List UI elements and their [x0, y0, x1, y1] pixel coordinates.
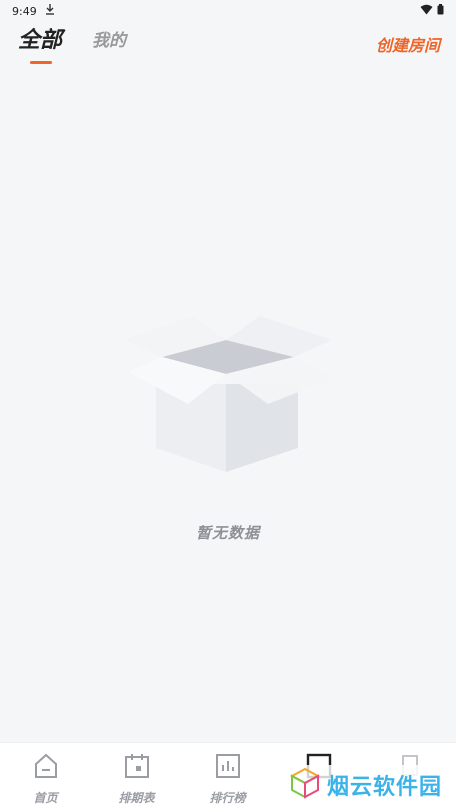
status-bar: 9:49 — [0, 0, 456, 22]
calendar-icon — [124, 753, 150, 783]
battery-icon — [437, 4, 444, 18]
status-time: 9:49 — [12, 4, 37, 18]
empty-text: 暂无数据 — [195, 524, 260, 542]
create-room-button[interactable]: 创建房间 — [376, 32, 440, 56]
top-tabs: 全部 我的 — [18, 28, 126, 64]
empty-box-icon — [122, 312, 334, 478]
nav-label-ranking: 排行榜 — [209, 791, 246, 805]
download-icon — [45, 4, 55, 18]
nav-item-schedule[interactable]: 排期表 — [91, 743, 182, 811]
status-left: 9:49 — [12, 4, 55, 18]
home-icon — [33, 753, 59, 783]
nav-item-home[interactable]: 首页 — [0, 743, 91, 811]
status-right — [420, 4, 444, 18]
watermark: 烟云软件园 — [284, 765, 446, 805]
wifi-icon — [420, 4, 433, 18]
tab-mine[interactable]: 我的 — [92, 28, 126, 54]
tab-all[interactable]: 全部 — [18, 28, 63, 64]
active-tab-indicator — [30, 61, 52, 64]
nav-label-home: 首页 — [33, 791, 58, 805]
tab-mine-label: 我的 — [92, 31, 127, 51]
nav-item-ranking[interactable]: 排行榜 — [182, 743, 273, 811]
bar-chart-icon — [215, 753, 241, 783]
nav-label-schedule: 排期表 — [118, 791, 155, 805]
tab-all-label: 全部 — [18, 28, 63, 53]
watermark-text: 烟云软件园 — [326, 775, 442, 800]
empty-state: 暂无数据 — [0, 312, 456, 543]
cube-logo-icon — [289, 767, 321, 803]
